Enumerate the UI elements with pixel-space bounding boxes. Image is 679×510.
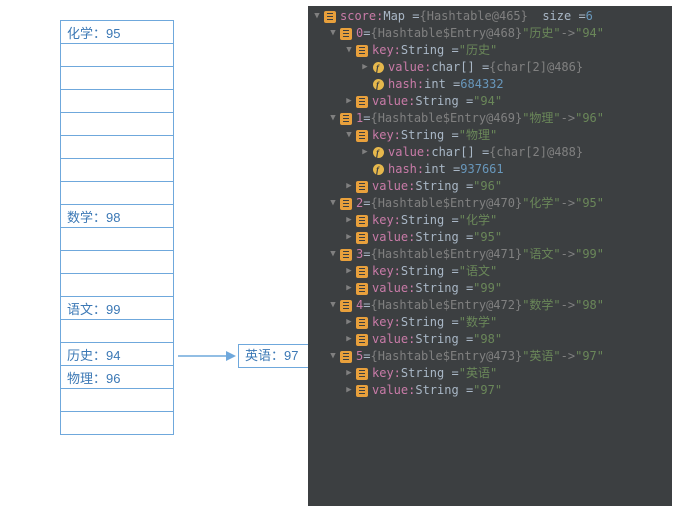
toggle-icon[interactable]: ▶ bbox=[344, 365, 354, 382]
object-icon bbox=[340, 113, 352, 125]
field-icon bbox=[373, 164, 384, 175]
bucket-cell bbox=[61, 251, 174, 274]
field-icon bbox=[373, 79, 384, 90]
toggle-icon[interactable]: ▶ bbox=[344, 229, 354, 246]
bucket-cell bbox=[61, 412, 174, 435]
object-icon bbox=[324, 11, 336, 23]
toggle-icon[interactable]: ▼ bbox=[344, 127, 354, 144]
object-icon bbox=[340, 28, 352, 40]
tree-row[interactable]: ▶value: char[] = {char[2]@488} bbox=[308, 144, 672, 161]
bucket-cell bbox=[61, 228, 174, 251]
toggle-icon[interactable]: ▶ bbox=[344, 314, 354, 331]
tree-row[interactable]: ▶value: String = "96" bbox=[308, 178, 672, 195]
tree-row[interactable]: ▼3 = {Hashtable$Entry@471} "语文" -> "99" bbox=[308, 246, 672, 263]
object-icon bbox=[340, 198, 352, 210]
bucket-table: 化学：95 数学：98 语文：99 历史：94物理：96 bbox=[60, 20, 174, 435]
object-icon bbox=[356, 317, 368, 329]
toggle-icon[interactable]: ▼ bbox=[344, 42, 354, 59]
bucket-cell bbox=[61, 389, 174, 412]
toggle-icon[interactable]: ▶ bbox=[344, 263, 354, 280]
tree-row[interactable]: ▼2 = {Hashtable$Entry@470} "化学" -> "95" bbox=[308, 195, 672, 212]
overflow-value: 97 bbox=[284, 348, 298, 363]
bucket-cell bbox=[61, 274, 174, 297]
object-icon bbox=[356, 130, 368, 142]
tree-row[interactable]: ▶value: String = "94" bbox=[308, 93, 672, 110]
tree-row[interactable]: ▼0 = {Hashtable$Entry@468} "历史" -> "94" bbox=[308, 25, 672, 42]
object-icon bbox=[356, 266, 368, 278]
link-arrow bbox=[176, 350, 236, 365]
toggle-icon[interactable]: ▶ bbox=[344, 93, 354, 110]
tree-row[interactable]: hash: int = 937661 bbox=[308, 161, 672, 178]
toggle-icon[interactable]: ▼ bbox=[312, 8, 322, 25]
tree-row[interactable]: ▶value: String = "95" bbox=[308, 229, 672, 246]
bucket-cell: 历史：94 bbox=[61, 343, 174, 366]
tree-row[interactable]: ▶value: String = "97" bbox=[308, 382, 672, 399]
bucket-cell: 物理：96 bbox=[61, 366, 174, 389]
bucket-cell: 数学：98 bbox=[61, 205, 174, 228]
field-icon bbox=[373, 147, 384, 158]
tree-row[interactable]: ▼key: String = "历史" bbox=[308, 42, 672, 59]
toggle-icon[interactable]: ▶ bbox=[344, 382, 354, 399]
tree-row[interactable]: ▶key: String = "数学" bbox=[308, 314, 672, 331]
toggle-icon[interactable]: ▼ bbox=[328, 110, 338, 127]
object-icon bbox=[356, 96, 368, 108]
toggle-icon[interactable]: ▼ bbox=[328, 297, 338, 314]
bucket-cell: 化学：95 bbox=[61, 21, 174, 44]
object-icon bbox=[356, 181, 368, 193]
toggle-icon[interactable]: ▶ bbox=[344, 331, 354, 348]
tree-row[interactable]: ▼score: Map = {Hashtable@465} size = 6 bbox=[308, 8, 672, 25]
object-icon bbox=[356, 385, 368, 397]
bucket-diagram: 化学：95数学：98语文：99历史：94物理：96 英语：97 bbox=[60, 20, 174, 435]
toggle-icon[interactable]: ▶ bbox=[344, 212, 354, 229]
object-icon bbox=[356, 232, 368, 244]
overflow-label: 英语 bbox=[245, 348, 271, 363]
tree-row[interactable]: ▶key: String = "英语" bbox=[308, 365, 672, 382]
bucket-cell bbox=[61, 159, 174, 182]
object-icon bbox=[356, 283, 368, 295]
field-icon bbox=[373, 62, 384, 73]
toggle-icon[interactable]: ▼ bbox=[328, 348, 338, 365]
bucket-cell bbox=[61, 67, 174, 90]
tree-row[interactable]: ▼1 = {Hashtable$Entry@469} "物理" -> "96" bbox=[308, 110, 672, 127]
bucket-cell bbox=[61, 136, 174, 159]
bucket-cell bbox=[61, 182, 174, 205]
tree-row[interactable]: ▶value: String = "99" bbox=[308, 280, 672, 297]
toggle-icon[interactable]: ▶ bbox=[360, 144, 370, 161]
tree-row[interactable]: ▶value: String = "98" bbox=[308, 331, 672, 348]
object-icon bbox=[340, 300, 352, 312]
object-icon bbox=[340, 249, 352, 261]
bucket-cell bbox=[61, 44, 174, 67]
bucket-cell bbox=[61, 113, 174, 136]
bucket-cell bbox=[61, 320, 174, 343]
tree-row[interactable]: ▼4 = {Hashtable$Entry@472} "数学" -> "98" bbox=[308, 297, 672, 314]
toggle-icon[interactable]: ▶ bbox=[344, 280, 354, 297]
object-icon bbox=[356, 215, 368, 227]
debug-panel: ▼score: Map = {Hashtable@465} size = 6▼0… bbox=[308, 6, 672, 506]
tree-row[interactable]: ▶key: String = "化学" bbox=[308, 212, 672, 229]
tree-row[interactable]: ▼5 = {Hashtable$Entry@473} "英语" -> "97" bbox=[308, 348, 672, 365]
tree-row[interactable]: ▶value: char[] = {char[2]@486} bbox=[308, 59, 672, 76]
tree-row[interactable]: hash: int = 684332 bbox=[308, 76, 672, 93]
tree-row[interactable]: ▼key: String = "物理" bbox=[308, 127, 672, 144]
object-icon bbox=[340, 351, 352, 363]
object-icon bbox=[356, 368, 368, 380]
toggle-icon[interactable]: ▶ bbox=[344, 178, 354, 195]
object-icon bbox=[356, 45, 368, 57]
bucket-cell bbox=[61, 90, 174, 113]
bucket-cell: 语文：99 bbox=[61, 297, 174, 320]
object-icon bbox=[356, 334, 368, 346]
tree-row[interactable]: ▶key: String = "语文" bbox=[308, 263, 672, 280]
toggle-icon[interactable]: ▶ bbox=[360, 59, 370, 76]
toggle-icon[interactable]: ▼ bbox=[328, 195, 338, 212]
toggle-icon[interactable]: ▼ bbox=[328, 246, 338, 263]
toggle-icon[interactable]: ▼ bbox=[328, 25, 338, 42]
